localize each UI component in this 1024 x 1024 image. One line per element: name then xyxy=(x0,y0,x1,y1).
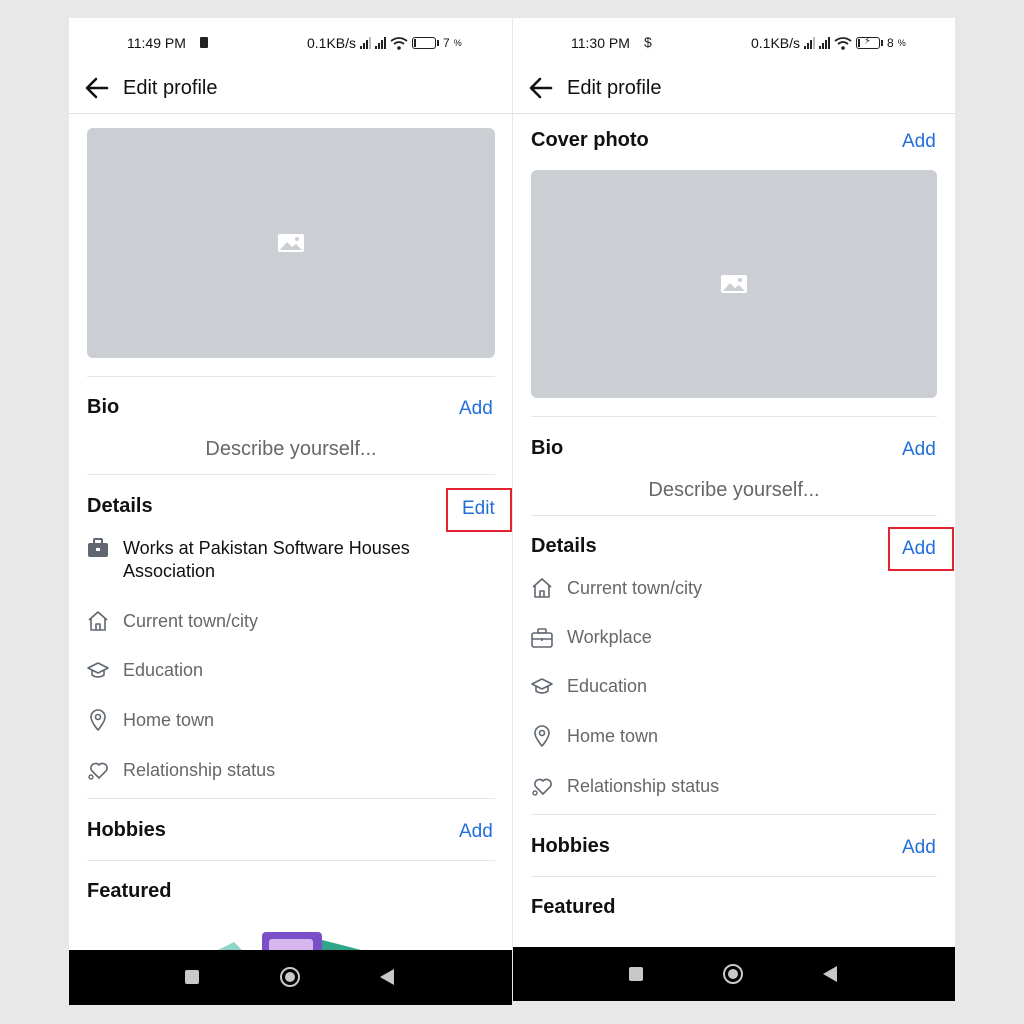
battery-icon xyxy=(412,37,440,49)
sync-icon: $ xyxy=(644,34,652,50)
featured-collection-thumbnail[interactable] xyxy=(209,930,379,952)
battery-charging-icon: ⚡ xyxy=(856,36,884,49)
current-city-item[interactable]: Current town/city xyxy=(123,610,258,633)
signal-icon xyxy=(375,37,387,49)
back-button-icon[interactable] xyxy=(823,966,837,982)
left-screen: 11:49 PM 0.1KB/s 7% Edit profile Bio Add… xyxy=(69,18,512,1005)
hobbies-add-button[interactable]: Add xyxy=(902,837,936,859)
battery-percent-sign: % xyxy=(453,38,462,48)
right-screen: 11:30 PM $ 0.1KB/s ⚡ 8% Edit profile Cov… xyxy=(513,18,955,1001)
highlight-box xyxy=(446,488,512,532)
image-placeholder-icon xyxy=(278,234,304,252)
bio-title: Bio xyxy=(87,396,120,418)
education-item[interactable]: Education xyxy=(567,675,647,698)
briefcase-icon xyxy=(88,538,108,557)
network-speed: 0.1KB/s xyxy=(751,35,801,51)
signal-icon xyxy=(804,37,816,49)
wifi-icon xyxy=(834,36,852,50)
recents-button-icon[interactable] xyxy=(629,967,643,981)
details-title: Details xyxy=(531,535,597,557)
notification-icon xyxy=(200,37,208,48)
battery-percent-sign: % xyxy=(897,38,906,48)
bio-add-button[interactable]: Add xyxy=(902,439,936,461)
system-navigation-bar xyxy=(69,950,512,1005)
top-app-bar: Edit profile xyxy=(69,68,512,114)
cover-photo[interactable] xyxy=(531,170,937,398)
workplace-item[interactable]: Workplace xyxy=(567,626,652,649)
divider xyxy=(531,515,937,516)
divider xyxy=(87,474,495,475)
graduation-cap-icon xyxy=(531,678,553,694)
bio-title: Bio xyxy=(531,437,564,459)
hobbies-title: Hobbies xyxy=(87,819,166,841)
battery-level: 8 xyxy=(887,36,894,50)
cover-photo-title: Cover photo xyxy=(531,129,649,151)
status-indicators: 0.1KB/s ⚡ 8% xyxy=(751,35,906,51)
recents-button-icon[interactable] xyxy=(185,970,199,984)
featured-title: Featured xyxy=(87,880,172,902)
status-bar: 11:49 PM 0.1KB/s 7% xyxy=(69,18,512,68)
system-navigation-bar xyxy=(513,947,955,1001)
image-placeholder-icon xyxy=(721,275,747,293)
hobbies-add-button[interactable]: Add xyxy=(459,821,493,843)
graduation-cap-icon xyxy=(87,662,109,678)
wifi-icon xyxy=(390,36,408,50)
house-icon xyxy=(88,611,108,631)
back-arrow-icon[interactable] xyxy=(527,74,555,102)
divider xyxy=(531,876,937,877)
status-time: 11:49 PM xyxy=(127,35,186,51)
divider xyxy=(87,798,495,799)
featured-title: Featured xyxy=(531,896,616,918)
signal-icon xyxy=(360,37,372,49)
briefcase-icon xyxy=(531,628,553,648)
house-icon xyxy=(532,578,552,598)
status-bar: 11:30 PM $ 0.1KB/s ⚡ 8% xyxy=(513,18,955,68)
cover-photo[interactable] xyxy=(87,128,495,358)
divider xyxy=(531,416,937,417)
bio-placeholder[interactable]: Describe yourself... xyxy=(531,479,937,502)
divider xyxy=(87,860,495,861)
heart-icon xyxy=(532,778,552,796)
home-button-icon[interactable] xyxy=(723,964,743,984)
status-time: 11:30 PM xyxy=(571,35,630,51)
relationship-status-item[interactable]: Relationship status xyxy=(123,759,275,782)
divider xyxy=(531,814,937,815)
highlight-box xyxy=(888,527,954,571)
bio-placeholder[interactable]: Describe yourself... xyxy=(87,438,495,461)
status-indicators: 0.1KB/s 7% xyxy=(307,35,462,51)
back-arrow-icon[interactable] xyxy=(83,74,111,102)
signal-icon xyxy=(819,37,831,49)
location-pin-icon xyxy=(534,725,550,748)
page-title: Edit profile xyxy=(567,77,662,99)
work-text: Works at Pakistan Software Houses xyxy=(123,538,410,558)
cover-photo-add-button[interactable]: Add xyxy=(902,131,936,153)
divider xyxy=(87,376,495,377)
battery-level: 7 xyxy=(443,36,450,50)
bio-add-button[interactable]: Add xyxy=(459,398,493,420)
location-pin-icon xyxy=(90,709,106,732)
heart-icon xyxy=(88,762,108,780)
relationship-status-item[interactable]: Relationship status xyxy=(567,775,719,798)
details-title: Details xyxy=(87,495,153,517)
back-button-icon[interactable] xyxy=(380,969,394,985)
education-item[interactable]: Education xyxy=(123,659,203,682)
network-speed: 0.1KB/s xyxy=(307,35,357,51)
top-app-bar: Edit profile xyxy=(513,68,955,114)
home-town-item[interactable]: Home town xyxy=(123,709,214,732)
page-title: Edit profile xyxy=(123,77,218,99)
current-city-item[interactable]: Current town/city xyxy=(567,577,702,600)
home-button-icon[interactable] xyxy=(280,967,300,987)
hobbies-title: Hobbies xyxy=(531,835,610,857)
work-text-continued: Association xyxy=(123,561,216,581)
home-town-item[interactable]: Home town xyxy=(567,725,658,748)
